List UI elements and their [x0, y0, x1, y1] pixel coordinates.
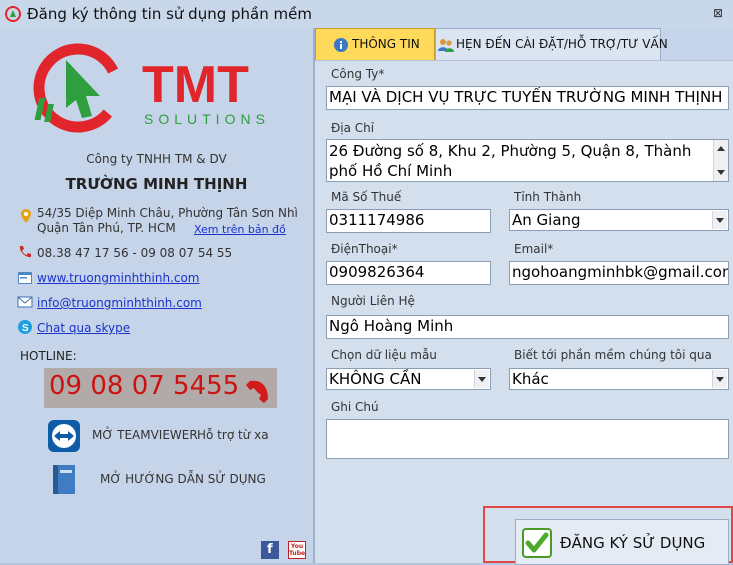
phone-numbers: 08.38 47 17 56 - 09 08 07 54 55: [37, 246, 233, 260]
scroll-down-icon[interactable]: [717, 170, 725, 175]
open-teamviewer-button[interactable]: MỞ TEAMVIEWER Hỗ trợ từ xa: [44, 416, 274, 456]
app-icon: [5, 6, 21, 22]
teamviewer-icon: [48, 420, 80, 452]
people-icon: [438, 39, 454, 52]
company-type: Công ty TNHH TM & DV: [86, 152, 227, 166]
window-title: Đăng ký thông tin sử dụng phần mềm: [27, 5, 312, 23]
company-field-label: Công Ty*: [331, 67, 385, 81]
tab-appointment-label: HẸN ĐẾN CÀI ĐẶT/HỖ TRỢ/TƯ VẤN: [456, 37, 668, 51]
view-map-link[interactable]: Xem trên bản đồ: [194, 223, 286, 236]
tax-field-label: Mã Số Thuế: [331, 190, 402, 204]
email-icon: [17, 296, 33, 308]
logo-brand-text: TMT: [142, 56, 249, 114]
tab-appointment[interactable]: HẸN ĐẾN CÀI ĐẶT/HỖ TRỢ/TƯ VẤN: [435, 28, 668, 60]
company-name: TRƯỜNG MINH THỊNH: [65, 175, 248, 193]
hotline-phone-icon: [246, 380, 268, 403]
form-panel: THÔNG TIN HẸN ĐẾN CÀI ĐẶT/HỖ TRỢ/TƯ VẤN …: [315, 28, 733, 565]
skype-chat-link[interactable]: Chat qua skype: [37, 321, 130, 335]
province-field-label: Tỉnh Thành: [514, 190, 582, 204]
company-info-panel: TMT SOLUTIONS Công ty TNHH TM & DV TRƯỜN…: [0, 28, 313, 563]
info-form: Công Ty* MẠI VÀ DỊCH VỤ TRỰC TUYẾN TRƯỜN…: [315, 60, 733, 563]
website-link[interactable]: www.truongminhthinh.com: [37, 271, 200, 285]
tab-bar: THÔNG TIN HẸN ĐẾN CÀI ĐẶT/HỖ TRỢ/TƯ VẤN: [315, 28, 733, 60]
manual-label: MỞ HƯỚNG DẪN SỬ DỤNG: [100, 472, 266, 486]
email-input[interactable]: ngohoangminhbk@gmail.com: [509, 261, 729, 285]
tab-info-label: THÔNG TIN: [352, 37, 420, 51]
skype-icon: S: [18, 320, 32, 334]
close-button[interactable]: ⊠: [708, 4, 728, 22]
email-link[interactable]: info@truongminhthinh.com: [37, 296, 202, 310]
phone-field-label: ĐiệnThoại*: [331, 242, 398, 256]
company-input[interactable]: MẠI VÀ DỊCH VỤ TRỰC TUYẾN TRƯỜNG MINH TH…: [326, 86, 729, 110]
title-bar: Đăng ký thông tin sử dụng phần mềm ⊠: [0, 0, 733, 28]
tax-code-input[interactable]: 0311174986: [326, 209, 491, 233]
source-field-label: Biết tới phần mềm chúng tôi qua: [514, 348, 712, 362]
note-textarea[interactable]: [326, 419, 729, 459]
company-logo: TMT SOLUTIONS: [33, 43, 270, 133]
map-pin-icon: [21, 209, 31, 223]
province-select[interactable]: An Giang: [509, 209, 729, 231]
email-field-label: Email*: [514, 242, 554, 256]
contact-field-label: Người Liên Hệ: [331, 294, 415, 308]
contact-person-input[interactable]: Ngô Hoàng Minh: [326, 315, 729, 339]
checkmark-icon: [522, 528, 552, 558]
register-highlight: ĐĂNG KÝ SỬ DỤNG: [483, 506, 733, 565]
address-line1: 54/35 Diệp Minh Châu, Phường Tân Sơn Nhì: [37, 206, 298, 220]
hotline-box: 09 08 07 5455: [44, 368, 277, 408]
youtube-icon[interactable]: You Tube: [288, 541, 306, 559]
phone-input[interactable]: 0909826364: [326, 261, 491, 285]
hotline-label: HOTLINE:: [20, 349, 77, 363]
source-chevron-down-icon[interactable]: [712, 370, 727, 388]
hotline-number: 09 08 07 5455: [49, 371, 240, 401]
sample-data-label: Chọn dữ liệu mẫu: [331, 348, 437, 362]
logo-sub-text: SOLUTIONS: [144, 111, 270, 127]
address-scrollbar[interactable]: [713, 140, 728, 181]
source-select[interactable]: Khác: [509, 368, 729, 390]
address-field-label: Địa Chỉ: [331, 121, 375, 135]
sample-data-select[interactable]: KHÔNG CẦN: [326, 368, 491, 390]
register-label: ĐĂNG KÝ SỬ DỤNG: [560, 534, 706, 552]
teamviewer-label: MỞ TEAMVIEWER: [92, 428, 198, 442]
address-line2: Quận Tân Phú, TP. HCM: [37, 221, 176, 235]
svg-text:S: S: [22, 323, 29, 334]
province-chevron-down-icon[interactable]: [712, 211, 727, 229]
website-icon: [18, 272, 32, 284]
note-field-label: Ghi Chú: [331, 400, 379, 414]
address-input[interactable]: 26 Đường số 8, Khu 2, Phường 5, Quận 8, …: [326, 139, 729, 182]
registration-window: Đăng ký thông tin sử dụng phần mềm ⊠ TMT…: [0, 0, 733, 565]
tab-info[interactable]: THÔNG TIN: [315, 28, 435, 60]
facebook-icon[interactable]: f: [261, 541, 279, 559]
phone-icon: [19, 246, 31, 258]
info-icon: [334, 38, 348, 52]
open-manual-button[interactable]: MỞ HƯỚNG DẪN SỬ DỤNG: [44, 460, 274, 500]
manual-book-icon: [53, 465, 75, 494]
sample-chevron-down-icon[interactable]: [474, 370, 489, 388]
scroll-up-icon[interactable]: [717, 146, 725, 151]
register-button[interactable]: ĐĂNG KÝ SỬ DỤNG: [515, 519, 729, 565]
teamviewer-sub-label: Hỗ trợ từ xa: [197, 428, 269, 442]
